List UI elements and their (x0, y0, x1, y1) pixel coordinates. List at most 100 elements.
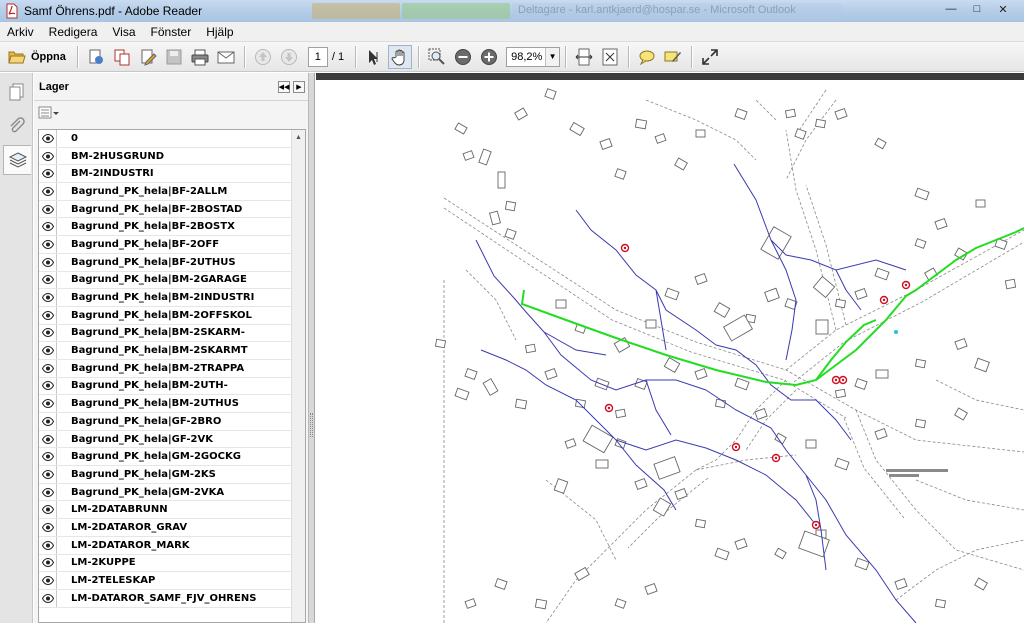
layer-row[interactable]: Bagrund_PK_hela|GM-2VKA (39, 483, 305, 502)
menu-redigera[interactable]: Redigera (42, 25, 106, 39)
zoom-level-select[interactable]: 98,2% ▼ (506, 46, 561, 67)
layer-row[interactable]: Bagrund_PK_hela|BF-2BOSTX (39, 218, 305, 237)
maximize-button[interactable]: □ (964, 0, 990, 18)
layers-button[interactable] (3, 145, 31, 175)
create-pdf-button[interactable] (84, 45, 108, 69)
expand-button[interactable] (698, 45, 722, 69)
layer-row[interactable]: Bagrund_PK_hela|BF-2OFF (39, 236, 305, 254)
scroll-up-arrow-icon[interactable]: ▲ (292, 130, 305, 144)
save-button[interactable] (162, 45, 186, 69)
marquee-zoom-button[interactable] (425, 45, 449, 69)
chevron-down-icon[interactable]: ▼ (545, 47, 560, 66)
layer-options-button[interactable] (34, 101, 308, 125)
layer-row[interactable]: LM-2DATABRUNN (39, 501, 305, 520)
layer-row[interactable]: Bagrund_PK_hela|GM-2KS (39, 466, 305, 484)
eye-icon[interactable] (39, 342, 57, 359)
eye-icon[interactable] (39, 395, 57, 412)
page-number-input[interactable]: 1 (307, 46, 328, 67)
eye-icon[interactable] (39, 183, 57, 200)
building-outline (764, 287, 780, 303)
zoom-level-value[interactable]: 98,2% (507, 48, 545, 66)
combine-button[interactable] (110, 45, 134, 69)
open-button[interactable]: Öppna (0, 45, 72, 69)
eye-icon[interactable] (39, 271, 57, 289)
print-button[interactable] (188, 45, 212, 69)
building-outline (489, 210, 501, 226)
layer-row[interactable]: Bagrund_PK_hela|BM-2UTH- (39, 377, 305, 396)
layer-row[interactable]: Bagrund_PK_hela|BF-2BOSTAD (39, 200, 305, 219)
layer-row[interactable]: BM-2INDUSTRI (39, 165, 305, 184)
layer-row[interactable]: Bagrund_PK_hela|BM-2OFFSKOL (39, 306, 305, 325)
eye-icon[interactable] (39, 377, 57, 395)
layer-row[interactable]: LM-2DATAROR_MARK (39, 536, 305, 555)
eye-icon[interactable] (39, 130, 57, 147)
attachments-button[interactable] (3, 111, 31, 141)
eye-icon[interactable] (39, 501, 57, 519)
menu-visa[interactable]: Visa (105, 25, 143, 39)
layer-list-scrollbar[interactable]: ▲ (291, 130, 305, 622)
eye-icon[interactable] (39, 519, 57, 536)
layer-row[interactable]: Bagrund_PK_hela|BM-2UTHUS (39, 395, 305, 413)
eye-icon[interactable] (39, 218, 57, 236)
eye-icon[interactable] (39, 554, 57, 572)
layer-row[interactable]: Bagrund_PK_hela|BM-2SKARM- (39, 324, 305, 343)
eye-icon[interactable] (39, 572, 57, 589)
close-button[interactable]: ✕ (990, 0, 1016, 18)
minimize-button[interactable]: — (938, 0, 964, 18)
eye-icon[interactable] (39, 483, 57, 501)
layer-row[interactable]: Bagrund_PK_hela|GF-2BRO (39, 413, 305, 431)
building-outline (695, 129, 706, 138)
eye-icon[interactable] (39, 306, 57, 324)
eye-icon[interactable] (39, 236, 57, 253)
eye-icon[interactable] (39, 448, 57, 466)
layer-row[interactable]: LM-DATAROR_SAMF_FJV_OHRENS (39, 589, 305, 608)
eye-icon[interactable] (39, 200, 57, 218)
eye-icon[interactable] (39, 253, 57, 271)
layer-row[interactable]: 0 (39, 130, 305, 148)
layer-row[interactable]: Bagrund_PK_hela|BF-2UTHUS (39, 253, 305, 272)
hand-tool-button[interactable] (388, 44, 413, 69)
next-page-button[interactable] (277, 45, 301, 69)
pages-button[interactable] (3, 77, 31, 107)
highlight-button[interactable] (661, 45, 685, 69)
eye-icon[interactable] (39, 430, 57, 448)
eye-icon[interactable] (39, 147, 57, 165)
pdf-page[interactable] (316, 80, 1024, 623)
fit-page-button[interactable] (598, 45, 622, 69)
layer-row[interactable]: LM-2DATAROR_GRAV (39, 519, 305, 537)
eye-icon[interactable] (39, 359, 57, 377)
edit-button[interactable] (136, 45, 160, 69)
collapse-panel-icon[interactable]: ◀◀ (278, 80, 290, 93)
comment-button[interactable] (635, 45, 659, 69)
fit-width-button[interactable] (572, 45, 596, 69)
previous-page-button[interactable] (251, 45, 275, 69)
expand-panel-icon[interactable]: ▶ (293, 80, 305, 93)
layer-row[interactable]: Bagrund_PK_hela|BM-2INDUSTRI (39, 289, 305, 307)
menu-arkiv[interactable]: Arkiv (0, 25, 42, 39)
email-button[interactable] (214, 45, 238, 69)
layer-row[interactable]: Bagrund_PK_hela|BM-2SKARMT (39, 342, 305, 360)
menu-fonster[interactable]: Fönster (144, 25, 200, 39)
layer-row[interactable]: Bagrund_PK_hela|BF-2ALLM (39, 183, 305, 201)
document-viewport[interactable] (316, 73, 1024, 623)
select-tool-button[interactable] (362, 45, 386, 69)
layer-row[interactable]: BM-2HUSGRUND (39, 147, 305, 166)
eye-icon[interactable] (39, 289, 57, 306)
eye-icon[interactable] (39, 324, 57, 342)
layer-row[interactable]: LM-2TELESKAP (39, 572, 305, 590)
eye-icon[interactable] (39, 413, 57, 430)
eye-icon[interactable] (39, 165, 57, 183)
layer-row[interactable]: Bagrund_PK_hela|BM-2GARAGE (39, 271, 305, 290)
zoom-in-button[interactable] (477, 45, 501, 69)
building-outline (713, 302, 731, 318)
layer-row[interactable]: Bagrund_PK_hela|GM-2GOCKG (39, 448, 305, 467)
layer-row[interactable]: LM-2KUPPE (39, 554, 305, 573)
zoom-out-button[interactable] (451, 45, 475, 69)
layer-row[interactable]: Bagrund_PK_hela|GF-2VK (39, 430, 305, 449)
layer-row[interactable]: Bagrund_PK_hela|BM-2TRAPPA (39, 359, 305, 378)
eye-icon[interactable] (39, 589, 57, 607)
menu-hjalp[interactable]: Hjälp (199, 25, 241, 39)
panel-splitter[interactable] (309, 73, 315, 623)
eye-icon[interactable] (39, 466, 57, 483)
eye-icon[interactable] (39, 536, 57, 554)
